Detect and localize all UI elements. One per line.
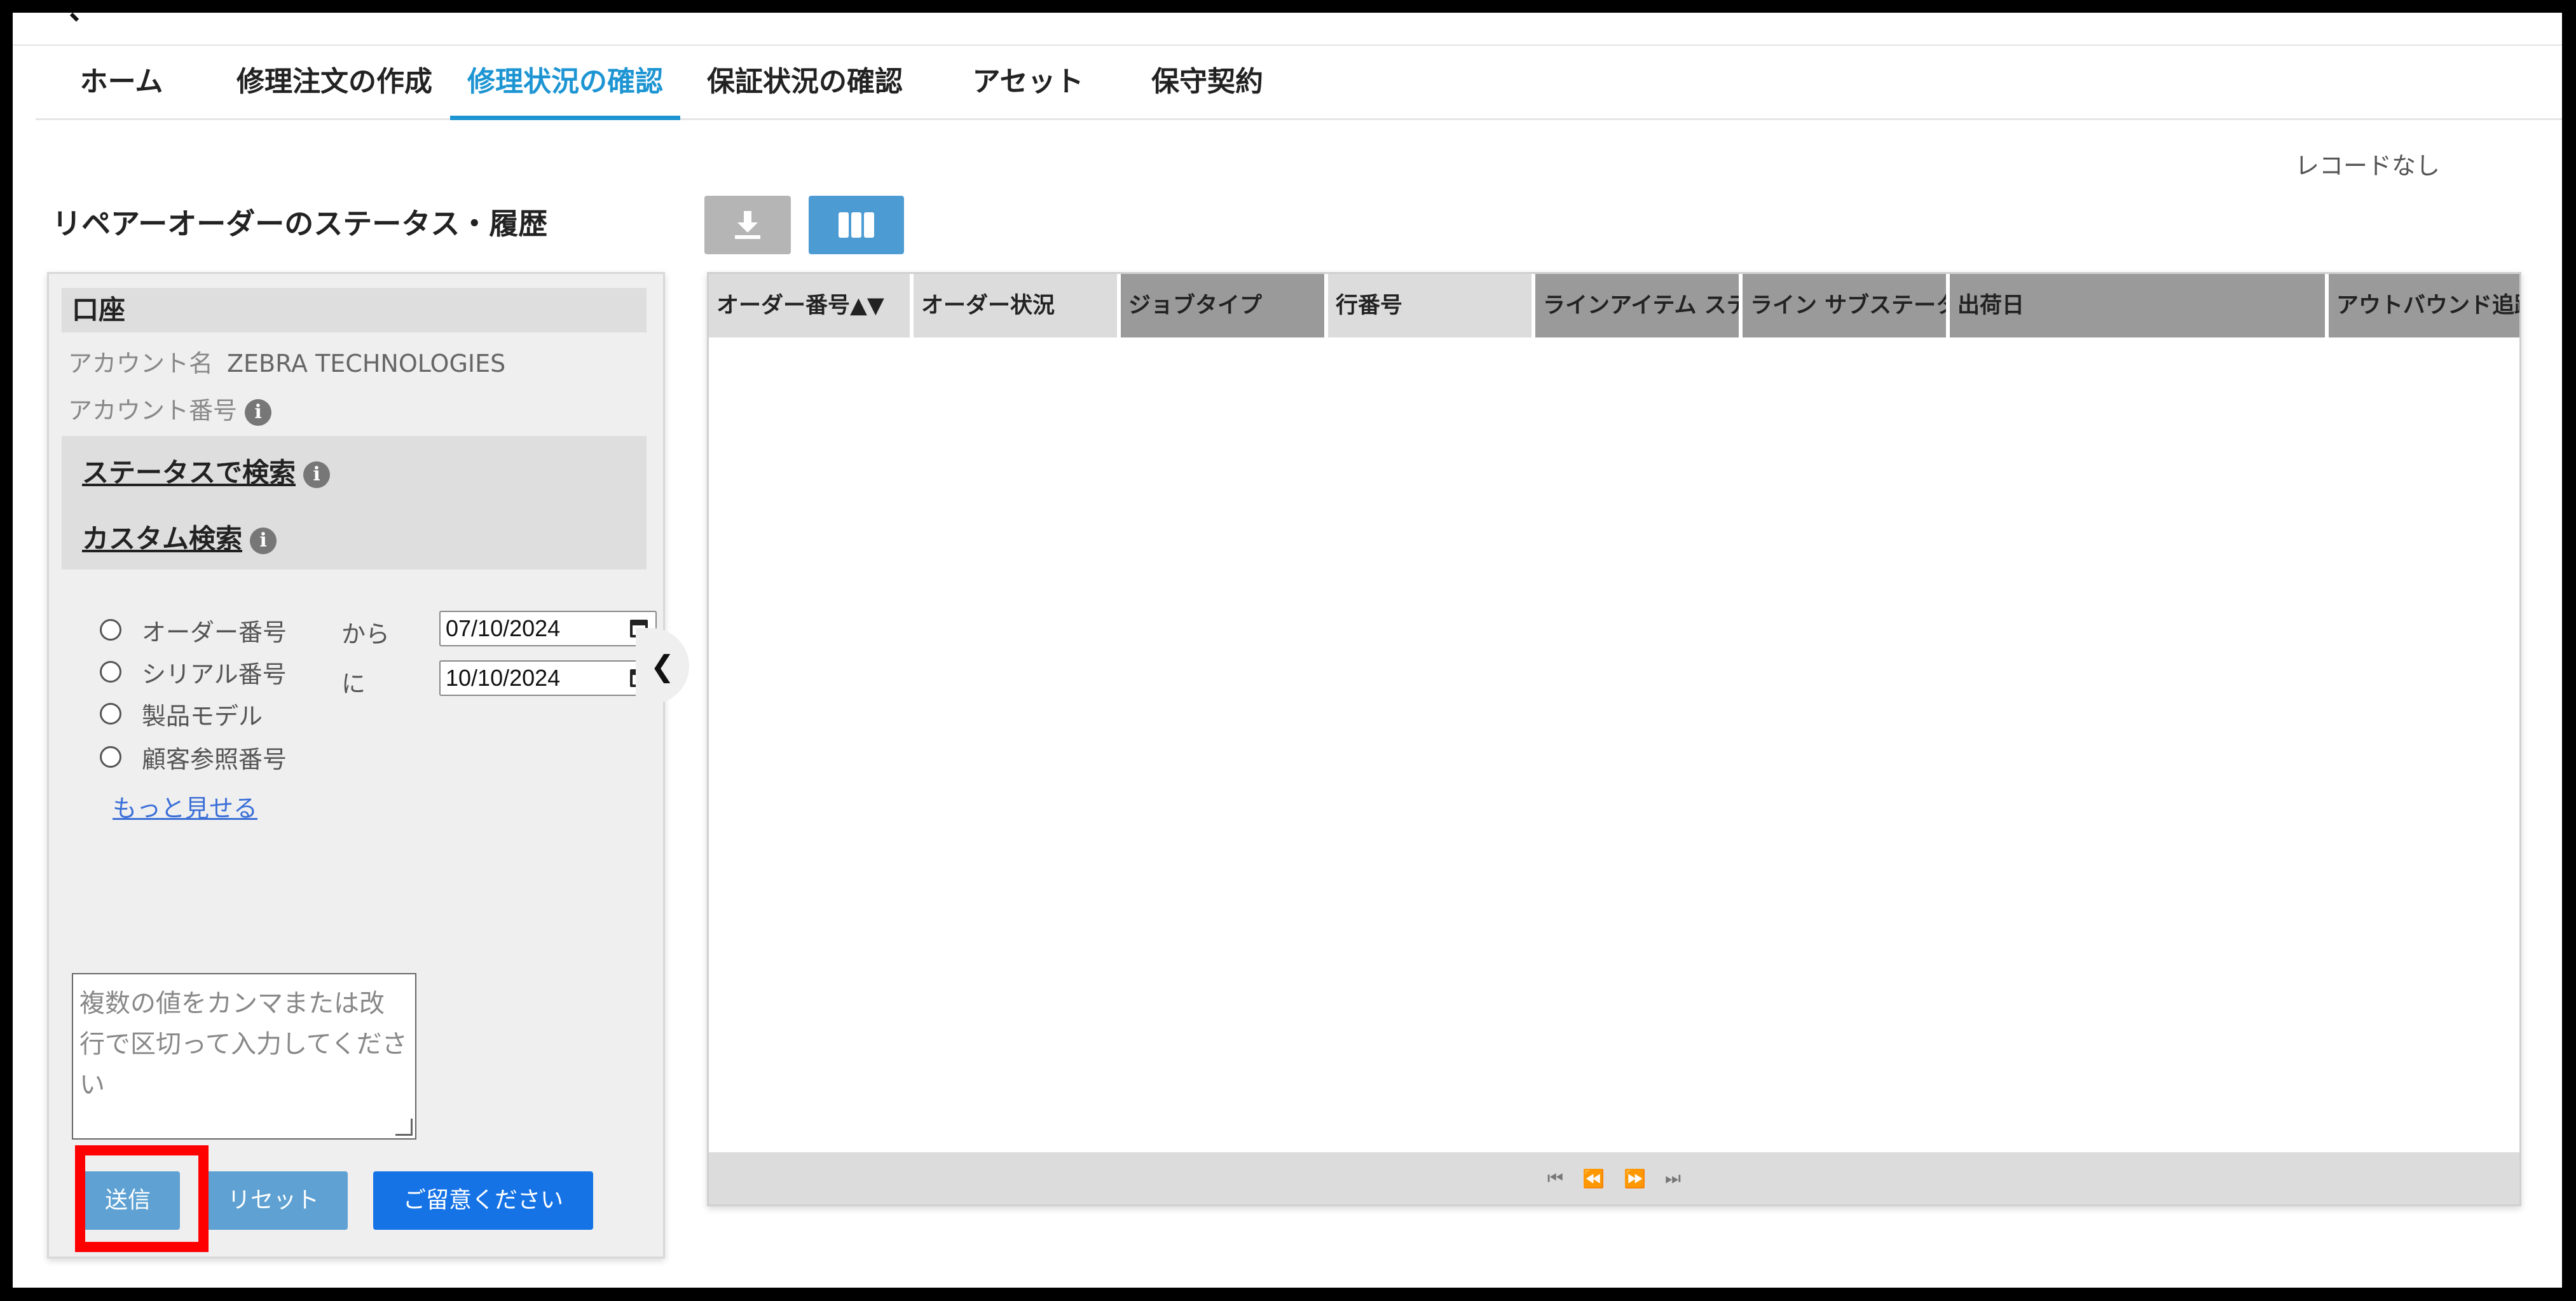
search-by-status-label: ステータスで検索 xyxy=(82,457,296,488)
show-more-link[interactable]: もっと見せる xyxy=(113,789,257,824)
col-ship-date[interactable]: 出荷日 xyxy=(1950,274,2329,337)
notice-button[interactable]: ご留意ください xyxy=(373,1171,593,1230)
tab-repair-status[interactable]: 修理状況の確認 xyxy=(450,46,680,120)
grid-pager: ⏮ ⏪ ⏩ ⏭ xyxy=(709,1152,2519,1204)
from-date-value: 07/10/2024 xyxy=(446,615,561,641)
from-label: から xyxy=(341,620,390,648)
tab-home[interactable]: ホーム xyxy=(74,46,169,118)
page-title: リペアーオーダーのステータス・履歴 xyxy=(52,207,548,241)
radio-label: オーダー番号 xyxy=(142,618,287,646)
radio-order-number[interactable]: オーダー番号 xyxy=(100,611,287,649)
download-icon xyxy=(735,211,760,239)
radio-label: 製品モデル xyxy=(142,702,263,730)
highlight-annotation xyxy=(75,1145,209,1252)
info-icon[interactable]: i xyxy=(245,398,272,426)
tab-warranty-status[interactable]: 保証状況の確認 xyxy=(697,46,913,118)
account-number-row: アカウント番号 i xyxy=(68,391,272,426)
account-name-row: アカウント名 ZEBRA TECHNOLOGIES xyxy=(68,344,505,379)
multi-value-textarea[interactable]: 複数の値をカンマまたは改行で区切って入力してください xyxy=(72,973,416,1140)
corner-arrow-icon xyxy=(69,13,79,22)
info-icon[interactable]: i xyxy=(250,527,277,554)
tab-service-contracts[interactable]: 保守契約 xyxy=(1141,46,1274,118)
col-order-status[interactable]: オーダー状況 xyxy=(914,274,1121,337)
custom-search-link[interactable]: カスタム検索 i xyxy=(82,517,277,556)
col-line-number[interactable]: 行番号 xyxy=(1328,274,1535,337)
tab-assets[interactable]: アセット xyxy=(968,46,1088,118)
last-page-icon[interactable]: ⏭ xyxy=(1665,1168,1681,1189)
radio-button[interactable] xyxy=(100,746,121,768)
radio-button[interactable] xyxy=(100,661,121,683)
radio-button[interactable] xyxy=(100,619,121,641)
reset-button[interactable]: リセット xyxy=(199,1171,348,1230)
collapse-sidebar-button[interactable]: ❮ xyxy=(636,628,689,704)
prev-page-icon[interactable]: ⏪ xyxy=(1582,1168,1605,1189)
radio-customer-reference[interactable]: 顧客参照番号 xyxy=(100,738,287,776)
account-name-value: ZEBRA TECHNOLOGIES xyxy=(227,350,506,378)
col-line-item-status[interactable]: ラインアイテム ステータス xyxy=(1535,274,1743,337)
textarea-placeholder: 複数の値をカンマまたは改行で区切って入力してください xyxy=(79,989,408,1100)
results-grid: オーダー番号▲▼ オーダー状況 ジョブタイプ 行番号 ラインアイテム ステータス… xyxy=(707,272,2521,1206)
to-label: に xyxy=(341,670,366,698)
record-count-status: レコードなし xyxy=(2295,152,2441,180)
search-sidebar: 口座 アカウント名 ZEBRA TECHNOLOGIES アカウント番号 i ステー… xyxy=(47,272,665,1258)
account-name-label: アカウント名 xyxy=(68,350,214,378)
col-order-number[interactable]: オーダー番号▲▼ xyxy=(709,274,914,337)
main-nav: ホーム 修理注文の作成 修理状況の確認 保証状況の確認 アセット 保守契約 xyxy=(36,46,2562,120)
first-page-icon[interactable]: ⏮ xyxy=(1547,1168,1563,1189)
radio-button[interactable] xyxy=(100,703,121,725)
column-chooser-button[interactable] xyxy=(809,196,904,254)
from-date-input[interactable]: 07/10/2024 xyxy=(439,611,657,646)
to-date-input[interactable]: 10/10/2024 xyxy=(439,660,657,696)
radio-product-model[interactable]: 製品モデル xyxy=(100,695,263,733)
info-icon[interactable]: i xyxy=(303,461,331,488)
resize-handle-icon[interactable] xyxy=(395,1119,413,1136)
radio-label: 顧客参照番号 xyxy=(142,745,287,773)
col-job-type[interactable]: ジョブタイプ xyxy=(1121,274,1328,337)
account-heading: 口座 xyxy=(62,288,647,332)
account-number-label: アカウント番号 xyxy=(68,397,238,425)
search-by-status-link[interactable]: ステータスで検索 i xyxy=(82,451,331,490)
grid-header: オーダー番号▲▼ オーダー状況 ジョブタイプ 行番号 ラインアイテム ステータス… xyxy=(709,274,2519,337)
radio-serial-number[interactable]: シリアル番号 xyxy=(100,653,287,691)
next-page-icon[interactable]: ⏩ xyxy=(1624,1168,1646,1189)
col-outbound-tracking[interactable]: アウトバウンド追跡 xyxy=(2329,274,2519,337)
columns-icon xyxy=(839,212,874,238)
radio-label: シリアル番号 xyxy=(142,660,287,688)
custom-search-label: カスタム検索 xyxy=(82,523,243,554)
search-mode-box: ステータスで検索 i カスタム検索 i xyxy=(62,436,647,569)
col-line-substatus[interactable]: ライン サブステータス xyxy=(1743,274,1950,337)
download-button[interactable] xyxy=(704,196,791,254)
to-date-value: 10/10/2024 xyxy=(446,665,561,691)
chevron-left-icon: ❮ xyxy=(650,649,675,683)
app-frame: ホーム 修理注文の作成 修理状況の確認 保証状況の確認 アセット 保守契約 レコ… xyxy=(13,13,2562,1288)
tab-create-repair-order[interactable]: 修理注文の作成 xyxy=(226,46,442,118)
